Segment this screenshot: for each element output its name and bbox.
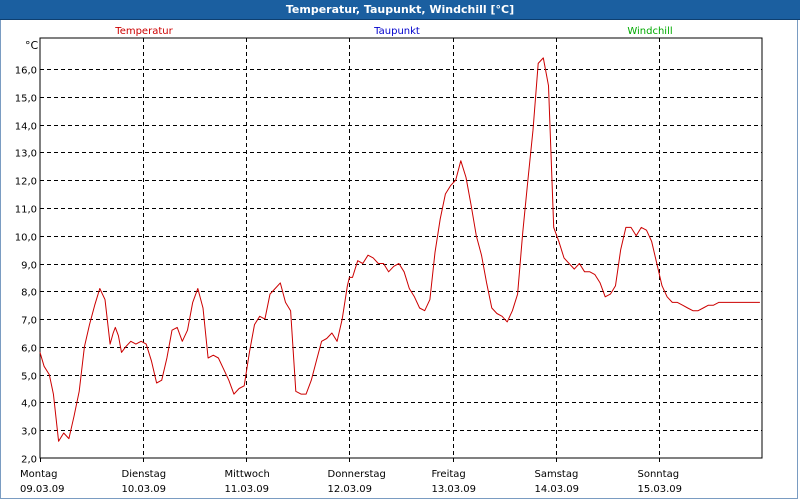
plot-border	[39, 37, 763, 459]
x-tick-day: Mittwoch	[225, 469, 270, 480]
x-tick-day: Dienstag	[122, 469, 167, 480]
y-tick-label: 16,0	[15, 66, 37, 77]
y-tick-label: 4,0	[21, 399, 37, 410]
chart-svg: 2,0 3,0 4,0 5,0 6,0 7,0 8,0 9,0 10,0 11,0 12,0 13,0…	[15, 26, 763, 495]
x-tick-day: Samstag	[535, 469, 579, 480]
y-tick-label: 9,0	[21, 261, 37, 272]
y-tick-label: 13,0	[15, 149, 37, 160]
y-tick-label: 15,0	[15, 94, 37, 105]
x-tick-date: 14.03.09	[535, 484, 580, 495]
y-tick-label: 14,0	[15, 122, 37, 133]
y-tick-label: 3,0	[21, 427, 37, 438]
y-tick-label: 7,0	[21, 316, 37, 327]
y-axis-label: °C	[25, 39, 39, 52]
y-tick-label: 8,0	[21, 288, 37, 299]
y-tick-label: 2,0	[21, 455, 37, 466]
x-tick-date: 10.03.09	[122, 484, 167, 495]
x-tick-day: Sonntag	[638, 469, 680, 480]
y-tick-label: 10,0	[15, 233, 37, 244]
legend-taupunkt: Taupunkt	[373, 26, 420, 37]
grid	[39, 37, 763, 459]
legend-temperatur: Temperatur	[114, 26, 173, 37]
x-tick-day: Montag	[20, 469, 57, 480]
x-tick-day: Donnerstag	[328, 469, 386, 480]
legend-windchill: Windchill	[627, 26, 672, 37]
x-tick-date: 12.03.09	[328, 484, 373, 495]
x-tick-date: 15.03.09	[638, 484, 683, 495]
x-tick-day: Freitag	[432, 469, 466, 480]
y-tick-label: 12,0	[15, 177, 37, 188]
y-tick-label: 6,0	[21, 344, 37, 355]
legend: Temperatur Taupunkt Windchill	[114, 26, 672, 37]
y-tick-label: 11,0	[15, 205, 37, 216]
series-line-temperatur	[39, 57, 760, 442]
series-layer	[39, 57, 760, 442]
x-tick-date: 11.03.09	[225, 484, 270, 495]
x-tick-date: 09.03.09	[20, 484, 65, 495]
x-tick-date: 13.03.09	[432, 484, 477, 495]
y-tick-label: 5,0	[21, 372, 37, 383]
